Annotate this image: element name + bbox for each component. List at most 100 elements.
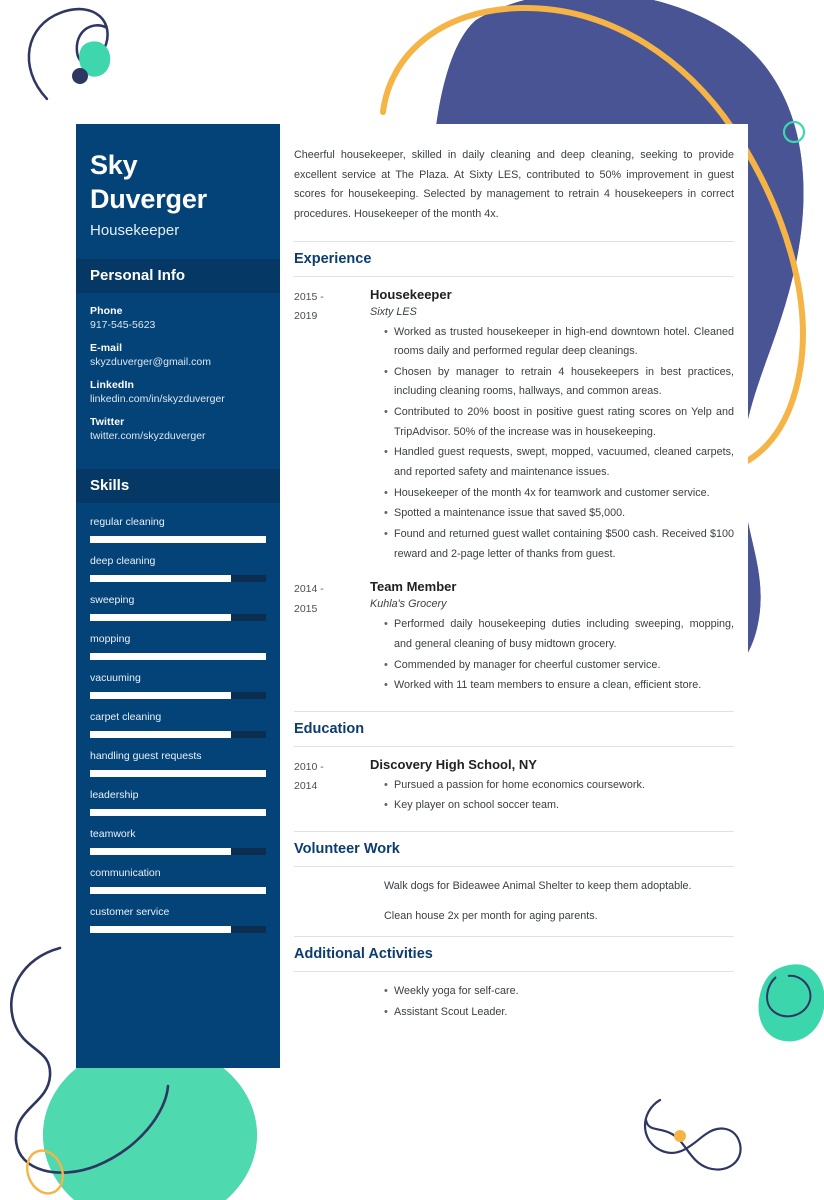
section-title-education: Education — [294, 710, 734, 747]
contact-label: Twitter — [90, 416, 125, 429]
entry-date-start: 2010 - — [294, 760, 324, 773]
entry-role: Housekeeper — [370, 286, 452, 302]
resume-card: Sky Duverger Housekeeper Personal Info P… — [76, 124, 748, 1068]
section-experience: Experience 2015 - 2019 Housekeeper Sixty LE… — [294, 240, 734, 697]
main-content: Cheerful housekeeper, skilled in daily c… — [280, 124, 748, 1047]
job-title: Housekeeper — [90, 222, 180, 240]
bullet-item: Handled guest requests, swept, mopped, v… — [384, 442, 734, 482]
skill-name: sweeping — [90, 594, 135, 607]
name-block: Sky Duverger Housekeeper — [76, 124, 280, 253]
section-title-volunteer: Volunteer Work — [294, 831, 734, 868]
skill-bar-track — [90, 653, 266, 661]
skill-bar-track — [90, 692, 266, 700]
entry-date-end: 2019 — [294, 309, 318, 322]
skill-bar-fill — [90, 575, 231, 583]
experience-entry: 2015 - 2019 Housekeeper Sixty LES Worked as … — [294, 287, 734, 566]
green-blob-top-left — [79, 41, 111, 77]
volunteer-text: Clean house 2x per month for aging paren… — [384, 909, 598, 922]
additional-entries: Weekly yoga for self-care.Assistant Scou… — [294, 981, 734, 1023]
education-entry: 2010 - 2014 Discovery High School, NY Pursu… — [294, 757, 734, 817]
entry-dates: 2014 - 2015 — [294, 579, 370, 697]
skill-bar-fill — [90, 848, 231, 856]
volunteer-entry: Clean house 2x per month for aging paren… — [294, 907, 734, 926]
entry-dates: 2015 - 2019 — [294, 287, 370, 566]
skill-bar-fill — [90, 731, 231, 739]
volunteer-entries: Walk dogs for Bideawee Animal Shelter to… — [294, 877, 734, 926]
skill-bar-fill — [90, 614, 231, 622]
contact-value[interactable]: skyzduverger@gmail.com — [90, 356, 266, 368]
skill-name: customer service — [90, 906, 170, 919]
bullet-item: Housekeeper of the month 4x for teamwork… — [384, 483, 734, 504]
skill-item: sweeping — [90, 594, 266, 622]
skill-name: handling guest requests — [90, 750, 202, 763]
skill-bar-track — [90, 770, 266, 778]
skill-bar-fill — [90, 809, 266, 817]
skill-bar-track — [90, 614, 266, 622]
bullet-item: Weekly yoga for self-care. — [384, 981, 734, 1002]
section-title-additional: Additional Activities — [294, 935, 734, 972]
skill-bar-track — [90, 926, 266, 934]
section-education: Education 2010 - 2014 Discovery High Schoo… — [294, 710, 734, 817]
contact-value[interactable]: twitter.com/skyzduverger — [90, 430, 266, 442]
contact-label: LinkedIn — [90, 379, 134, 392]
section-title-experience: Experience — [294, 240, 734, 277]
education-school: Discovery High School, NY — [370, 756, 537, 772]
teal-circle-outline — [782, 120, 806, 144]
bullet-item: Key player on school soccer team. — [384, 795, 734, 816]
skill-name: vacuuming — [90, 672, 141, 685]
skill-bar-fill — [90, 887, 266, 895]
skill-bar-track — [90, 575, 266, 583]
summary-paragraph: Cheerful housekeeper, skilled in daily c… — [294, 149, 734, 220]
contact-item: Twitter twitter.com/skyzduverger — [90, 416, 266, 442]
skill-name: leadership — [90, 789, 139, 802]
skill-bar-track — [90, 887, 266, 895]
skill-item: handling guest requests — [90, 750, 266, 778]
navy-outline-blob-top-left — [27, 7, 109, 101]
volunteer-text: Walk dogs for Bideawee Animal Shelter to… — [384, 880, 692, 893]
skill-bar-track — [90, 731, 266, 739]
bullet-item: Commended by manager for cheerful custom… — [384, 655, 734, 676]
contact-label: Phone — [90, 305, 123, 318]
skill-item: mopping — [90, 633, 266, 661]
bullet-item: Performed daily housekeeping duties incl… — [384, 614, 734, 654]
skill-bar-fill — [90, 770, 266, 778]
skill-item: leadership — [90, 789, 266, 817]
skill-item: customer service — [90, 906, 266, 934]
skill-item: vacuuming — [90, 672, 266, 700]
entry-dates: 2010 - 2014 — [294, 757, 370, 817]
personal-info-heading: Personal Info — [76, 259, 280, 294]
contact-item: E-mail skyzduverger@gmail.com — [90, 342, 266, 368]
bullet-item: Worked with 11 team members to ensure a … — [384, 675, 734, 696]
orange-oval-outline — [26, 1149, 64, 1195]
entry-body: Housekeeper Sixty LES Worked as trusted ho… — [370, 287, 734, 566]
bullet-item: Spotted a maintenance issue that saved $… — [384, 503, 734, 524]
skill-item: communication — [90, 867, 266, 895]
green-blob-bottom-right — [758, 964, 824, 1042]
experience-entry: 2014 - 2015 Team Member Kuhla's Grocery Perf… — [294, 579, 734, 697]
skill-item: carpet cleaning — [90, 711, 266, 739]
sidebar: Sky Duverger Housekeeper Personal Info P… — [76, 124, 280, 1068]
navy-outline-blob-bottom-right-top — [766, 974, 812, 1018]
contact-item: Phone 917-545-5623 — [90, 305, 266, 331]
section-additional: Additional Activities Weekly yoga for se… — [294, 935, 734, 1023]
last-name: Duverger — [90, 184, 207, 215]
entry-body: Discovery High School, NY Pursued a passi… — [370, 757, 734, 817]
bullet-item: Chosen by manager to retrain 4 housekeep… — [384, 362, 734, 402]
experience-entries: 2015 - 2019 Housekeeper Sixty LES Worked as … — [294, 287, 734, 697]
contact-value[interactable]: linkedin.com/in/skyzduverger — [90, 393, 266, 405]
skills-list: regular cleaning deep cleaning sweeping mop… — [76, 503, 280, 934]
contact-value[interactable]: 917-545-5623 — [90, 319, 266, 331]
entry-role: Team Member — [370, 579, 457, 595]
section-volunteer: Volunteer Work Walk dogs for Bideawee An… — [294, 831, 734, 926]
entry-body: Team Member Kuhla's Grocery Performed dail… — [370, 579, 734, 697]
skill-name: mopping — [90, 633, 131, 646]
contact-label: E-mail — [90, 342, 123, 355]
bullet-list: Pursued a passion for home economics cou… — [370, 775, 734, 816]
skill-name: teamwork — [90, 828, 136, 841]
first-name: Sky — [90, 150, 138, 180]
bullet-item: Worked as trusted housekeeper in high-en… — [384, 322, 734, 362]
entry-date-start: 2014 - — [294, 583, 324, 596]
bullet-item: Contributed to 20% boost in positive gue… — [384, 402, 734, 442]
contact-item: LinkedIn linkedin.com/in/skyzduverger — [90, 379, 266, 405]
bullet-list: Weekly yoga for self-care.Assistant Scou… — [370, 981, 734, 1023]
